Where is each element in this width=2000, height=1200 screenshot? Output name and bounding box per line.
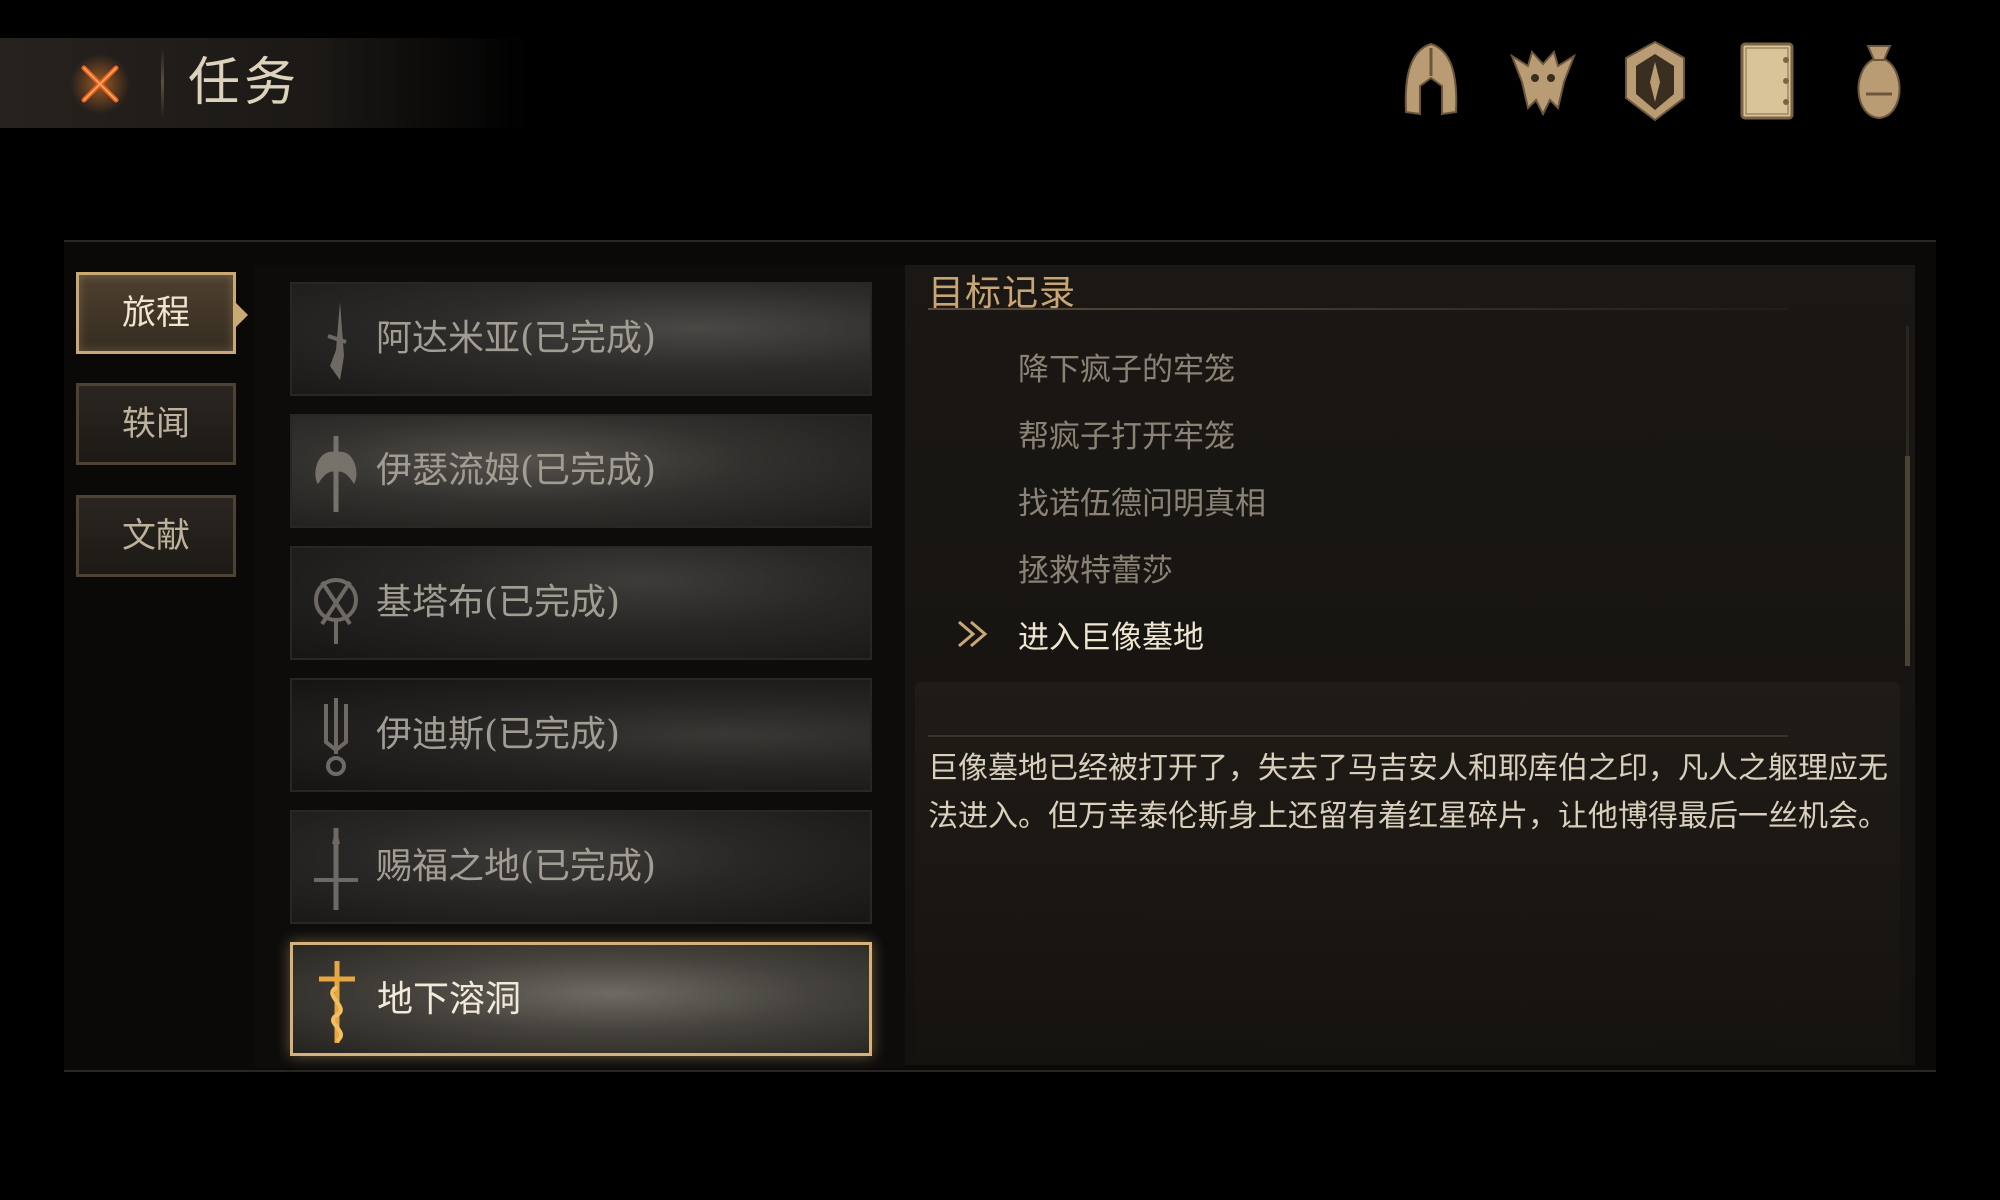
objective-item-current: 进入巨像墓地 [1018,620,1204,656]
quest-label: 伊迪斯(已完成) [376,714,621,755]
trident-emblem-icon [306,692,366,782]
objective-item: 帮疯子打开牢笼 [1018,419,1235,455]
quest-label: 赐福之地(已完成) [376,846,657,887]
quest-screen: 任务 旅程 轶闻 文献 阿达米亚(已完成) 伊瑟流姆(已完成) 基塔布(已完成)… [0,0,2000,1200]
objective-item: 降下疯子的牢笼 [1018,352,1235,388]
tab-documents[interactable]: 文献 [76,495,236,577]
quest-description: 巨像墓地已经被打开了，失去了马吉安人和耶库伯之印，凡人之躯理应无法进入。但万幸泰… [928,751,1888,834]
tab-anecdotes[interactable]: 轶闻 [76,383,236,465]
quest-card-underground-cave[interactable]: 地下溶洞 [290,942,872,1056]
serpent-sword-emblem-icon [307,957,367,1047]
quest-label: 伊瑟流姆(已完成) [376,450,657,491]
beast-skull-icon[interactable] [1502,38,1584,124]
current-objective-arrow-icon [958,620,988,648]
quest-card-idis[interactable]: 伊迪斯(已完成) [290,678,872,792]
loot-bag-icon[interactable] [1838,38,1920,124]
description-box [915,682,1900,1062]
helmet-icon[interactable] [1390,38,1472,124]
axe-emblem-icon [306,428,366,518]
quest-card-adamia[interactable]: 阿达米亚(已完成) [290,282,872,396]
quest-card-blessed-land[interactable]: 赐福之地(已完成) [290,810,872,924]
title-divider [928,308,1788,310]
quest-card-kitab[interactable]: 基塔布(已完成) [290,546,872,660]
active-tab-arrow [236,303,248,327]
quest-card-isaelum[interactable]: 伊瑟流姆(已完成) [290,414,872,528]
quest-label: 阿达米亚(已完成) [376,318,657,359]
crossed-swords-emblem-icon [306,560,366,650]
top-icon-bar [1390,38,1930,128]
objectives-scrollbar[interactable] [1905,456,1910,666]
journal-book-icon[interactable] [1726,38,1808,124]
page-title: 任务 [188,53,301,113]
header-divider [161,48,164,118]
blade-emblem-icon [306,296,366,386]
sword-cross-emblem-icon [306,824,366,914]
close-x-icon [70,54,130,114]
quest-label: 基塔布(已完成) [376,582,621,623]
close-button[interactable] [68,52,132,116]
tab-journey[interactable]: 旅程 [76,272,236,354]
shield-emblem-icon[interactable] [1614,38,1696,124]
description-divider [928,735,1788,737]
quest-label: 地下溶洞 [377,979,522,1020]
objective-item: 找诺伍德问明真相 [1018,486,1266,522]
objective-item: 拯救特蕾莎 [1018,553,1173,589]
